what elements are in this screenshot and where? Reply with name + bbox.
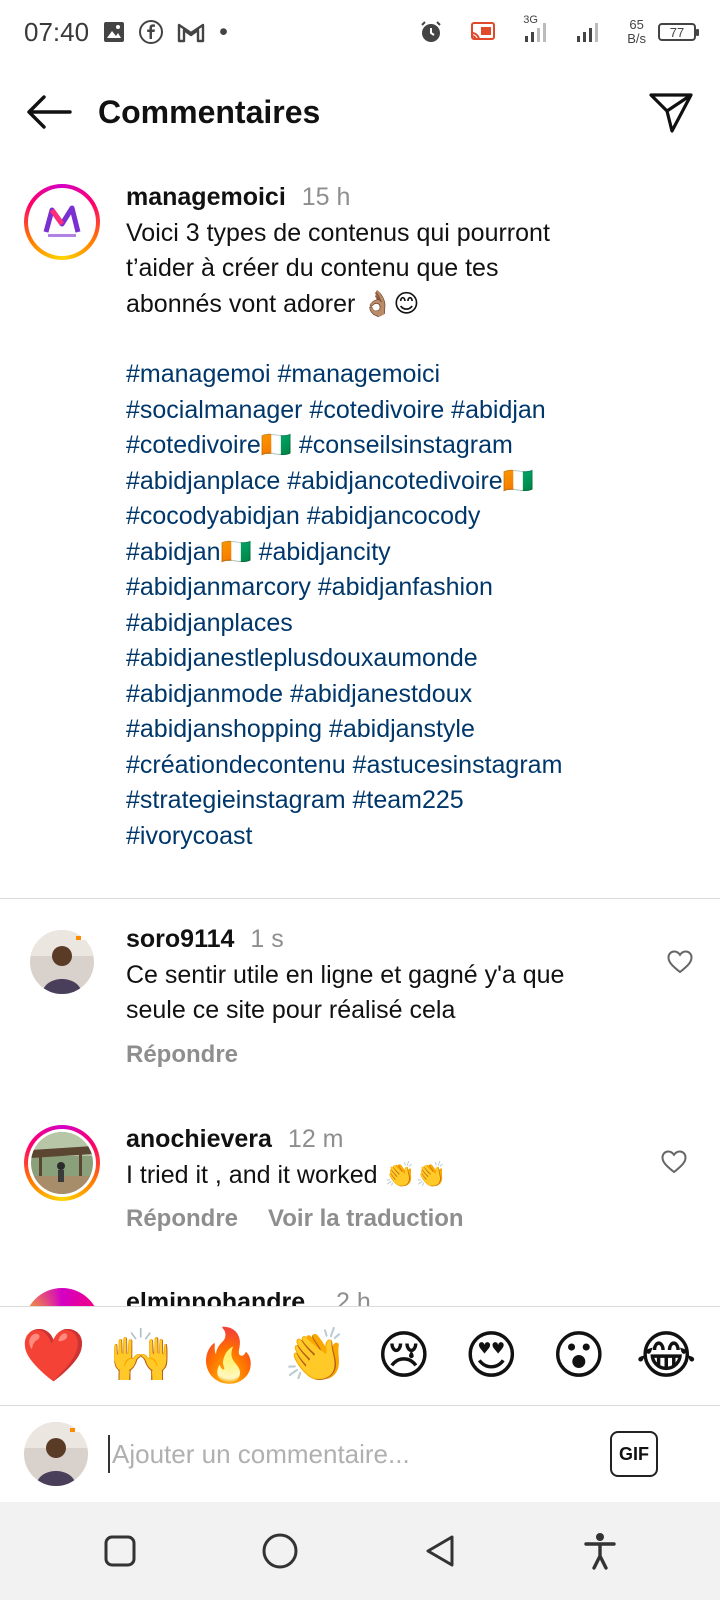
caption-text: Voici 3 types de contenus qui pourront t… xyxy=(126,216,706,323)
caption-line: t’aider à créer du contenu que tes xyxy=(126,254,499,282)
emoji-clap-button[interactable]: 👏 xyxy=(281,1326,351,1386)
comment-time: 1 s xyxy=(250,925,284,953)
comment-username[interactable]: anochievera xyxy=(126,1125,272,1153)
caption-username[interactable]: managemoici xyxy=(126,183,286,211)
hashtag-line[interactable]: #abidjanplace #abidjancotedivoire🇨🇮 xyxy=(126,464,706,500)
hashtag-line[interactable]: #ivorycoast xyxy=(126,819,706,855)
gif-button[interactable]: GIF xyxy=(610,1431,658,1477)
recents-icon xyxy=(104,1535,136,1567)
arrow-left-icon xyxy=(27,95,72,129)
hashtag-line[interactable]: #abidjanmode #abidjanestdoux xyxy=(126,677,706,713)
hashtag-line[interactable]: #abidjanestleplusdouxaumonde xyxy=(126,641,706,677)
hashtag-line[interactable]: #socialmanager #cotedivoire #abidjan xyxy=(126,393,706,429)
reply-button[interactable]: Répondre xyxy=(126,1041,238,1068)
comment-text: I tried it , and it worked 👏👏 xyxy=(126,1158,646,1194)
emoji-crying-button[interactable]: 😢 xyxy=(369,1326,439,1386)
network-type-label: 3G xyxy=(523,14,538,26)
caption-line: abonnés vont adorer 👌🏽😊 xyxy=(126,289,420,318)
net-speed-unit: B/s xyxy=(627,31,646,46)
comment-input[interactable] xyxy=(108,1435,590,1473)
accessibility-button[interactable] xyxy=(570,1521,630,1581)
back-icon xyxy=(426,1535,454,1567)
cast-icon xyxy=(469,21,497,43)
status-bar: 07:40 • 3G 65 B/s 77 xyxy=(0,0,720,64)
hashtag-line[interactable]: #abidjanmarcory #abidjanfashion xyxy=(126,570,706,606)
like-button[interactable] xyxy=(666,948,694,976)
net-speed: 65 B/s xyxy=(627,18,646,46)
comment-username[interactable]: soro9114 xyxy=(126,925,234,953)
gallery-icon xyxy=(103,21,125,43)
home-button[interactable] xyxy=(250,1521,310,1581)
emoji-surprised-button[interactable]: 😮 xyxy=(544,1326,614,1386)
comment-item-partial: elminnohandre 2 h xyxy=(0,1282,720,1306)
hashtag-line[interactable]: #abidjanshopping #abidjanstyle xyxy=(126,712,706,748)
hashtag-line[interactable]: #abidjanplaces xyxy=(126,606,706,642)
dot-indicator: • xyxy=(219,17,228,46)
hashtag-line[interactable]: #abidjan🇨🇮 #abidjancity xyxy=(126,535,706,571)
header: Commentaires xyxy=(0,72,720,152)
status-time: 07:40 xyxy=(24,16,90,47)
page-title: Commentaires xyxy=(98,93,321,130)
comment-composer: GIF xyxy=(0,1406,720,1502)
share-button[interactable] xyxy=(646,87,696,137)
hashtag-line[interactable]: #managemoi #managemoici xyxy=(126,357,706,393)
emoji-raised-hands-button[interactable]: 🙌 xyxy=(106,1326,176,1386)
recents-button[interactable] xyxy=(90,1521,150,1581)
signal-icon: 3G xyxy=(523,14,549,44)
hashtag-block: #managemoi #managemoici #socialmanager #… xyxy=(126,357,706,854)
facebook-icon xyxy=(139,20,164,44)
comment-username[interactable]: elminnohandre xyxy=(126,1288,305,1306)
emoji-fire-button[interactable]: 🔥 xyxy=(194,1326,264,1386)
comment-text: Ce sentir utile en ligne et gagné y'a qu… xyxy=(126,958,646,1029)
like-button[interactable] xyxy=(660,1148,688,1176)
comment-time: 2 h xyxy=(336,1288,371,1306)
battery-level: 77 xyxy=(669,24,685,40)
gmail-icon xyxy=(177,21,205,43)
hashtag-line[interactable]: #créationdecontenu #astucesinstagram xyxy=(126,748,706,784)
battery-icon: 77 xyxy=(658,23,699,41)
hashtag-line[interactable]: #strategieinstagram #team225 xyxy=(126,783,706,819)
back-button[interactable] xyxy=(24,87,74,137)
see-translation-button[interactable]: Voir la traduction xyxy=(268,1205,464,1232)
reply-button[interactable]: Répondre xyxy=(126,1205,238,1232)
paper-plane-icon xyxy=(649,93,693,133)
accessibility-icon xyxy=(584,1533,616,1570)
heart-outline-icon xyxy=(661,1150,687,1174)
caption-divider xyxy=(0,898,720,899)
managemoici-logo xyxy=(31,191,93,253)
hashtag-line[interactable]: #cocodyabidjan #abidjancocody xyxy=(126,499,706,535)
avatar[interactable] xyxy=(24,1288,100,1306)
home-icon xyxy=(262,1533,298,1569)
avatar[interactable] xyxy=(30,930,94,994)
emoji-heart-button[interactable]: ❤️ xyxy=(19,1326,89,1386)
system-back-button[interactable] xyxy=(410,1521,470,1581)
signal-icon xyxy=(575,20,601,44)
emoji-laughing-button[interactable]: 😂 xyxy=(631,1326,701,1386)
hashtag-line[interactable]: #cotedivoire🇨🇮 #conseilsinstagram xyxy=(126,428,706,464)
emoji-reaction-bar: ❤️ 🙌 🔥 👏 😢 😍 😮 😂 xyxy=(0,1306,720,1406)
comment-line: seule ce site pour réalisé cela xyxy=(126,996,456,1024)
comment-line: Ce sentir utile en ligne et gagné y'a qu… xyxy=(126,960,565,989)
caption-time: 15 h xyxy=(301,183,351,211)
heart-outline-icon xyxy=(667,950,693,974)
avatar xyxy=(24,1422,88,1486)
net-speed-value: 65 xyxy=(629,17,644,32)
comment-time: 12 m xyxy=(287,1125,344,1153)
avatar[interactable] xyxy=(24,1125,100,1201)
emoji-heart-eyes-button[interactable]: 😍 xyxy=(456,1326,526,1386)
comment-line: I tried it , and it worked 👏👏 xyxy=(126,1160,447,1189)
caption-avatar[interactable] xyxy=(24,184,100,260)
caption-line: Voici 3 types de contenus qui pourront xyxy=(126,218,550,247)
system-navigation-bar xyxy=(0,1502,720,1600)
alarm-icon xyxy=(419,20,443,44)
